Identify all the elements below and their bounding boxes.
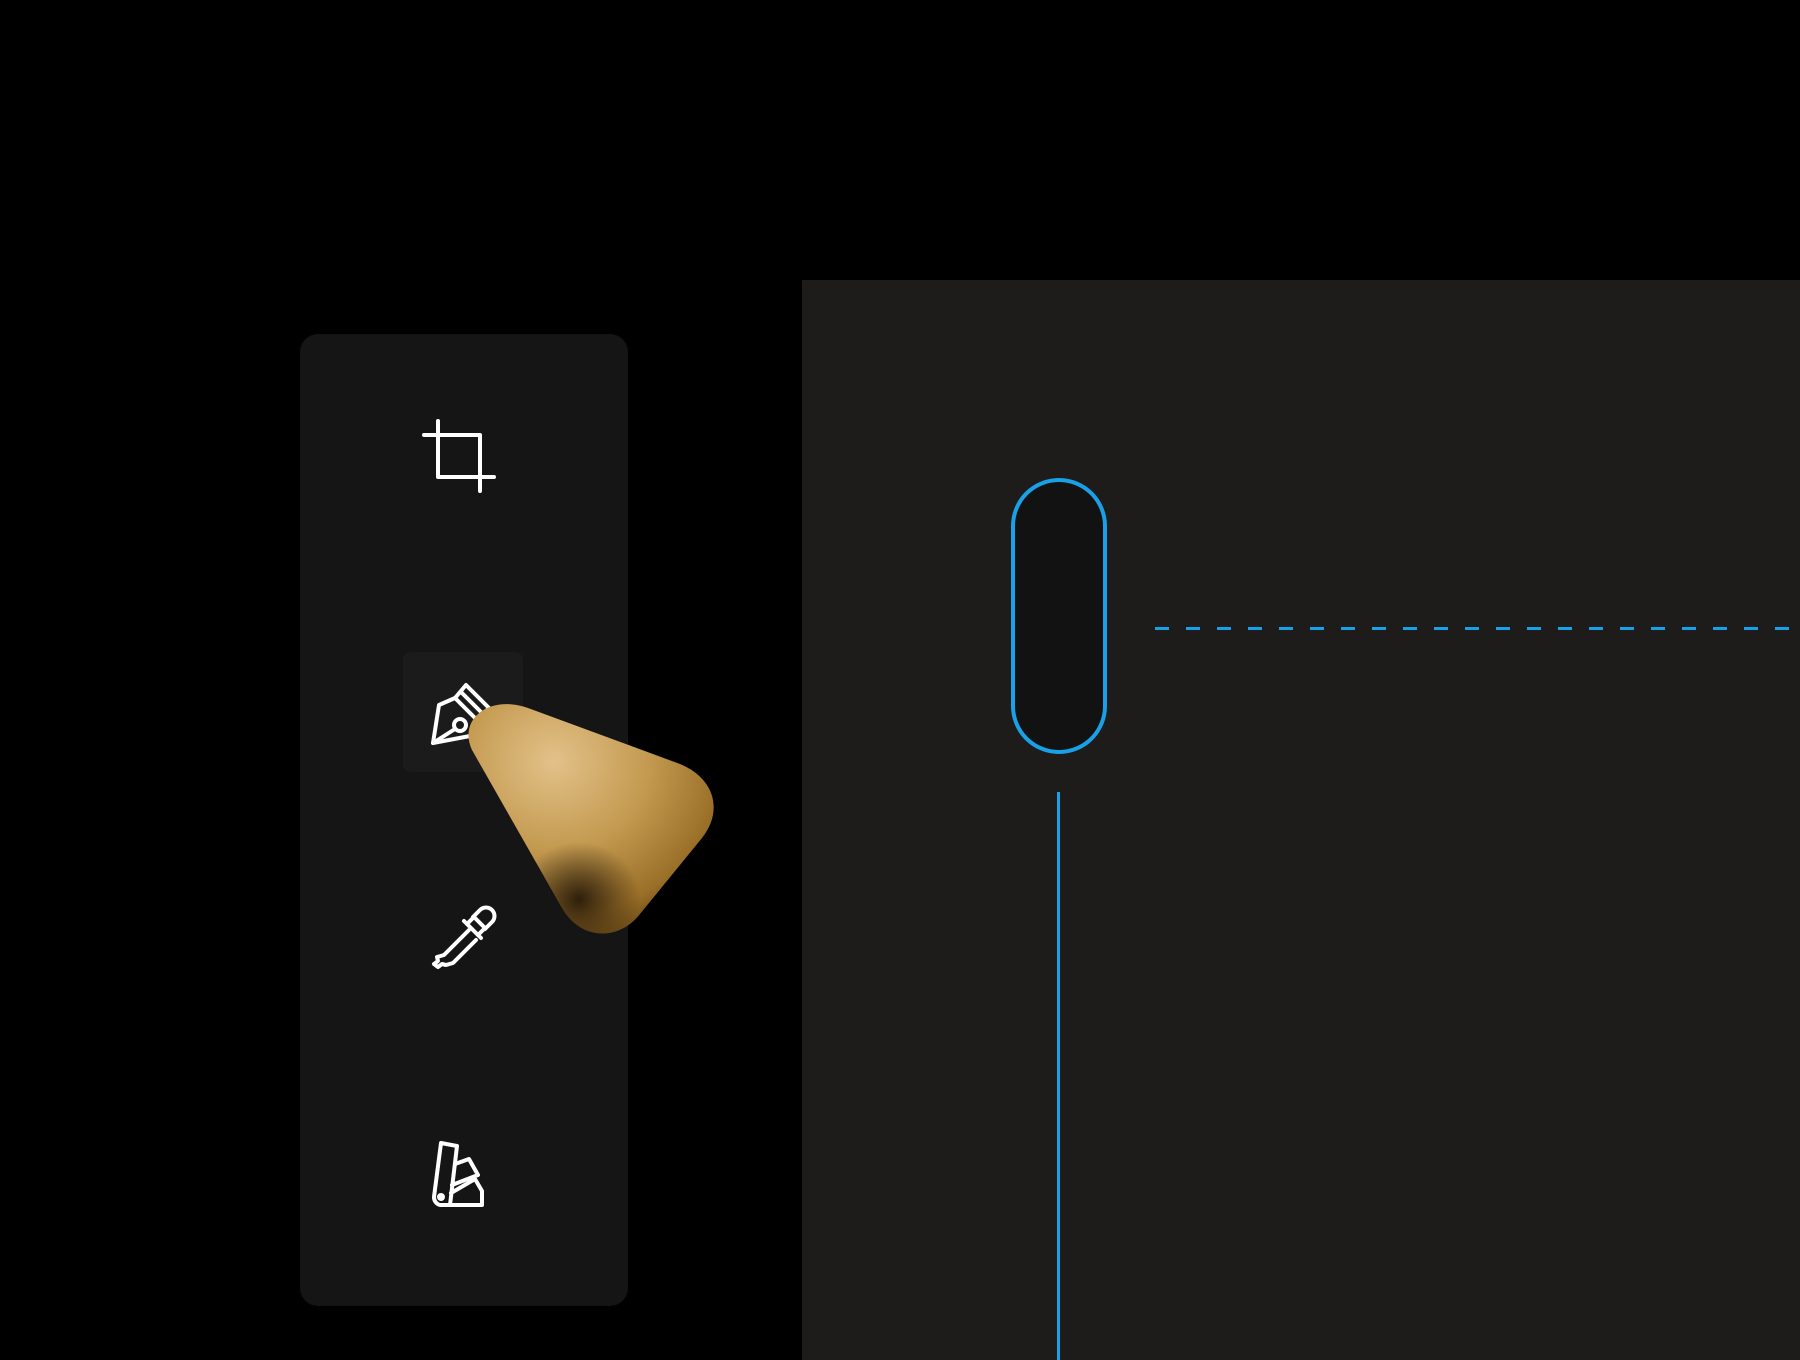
resize-handle[interactable] <box>1011 478 1107 754</box>
crop-tool-button[interactable] <box>403 400 523 520</box>
swatches-tool-button[interactable] <box>403 1118 523 1238</box>
pen-tool-button[interactable] <box>403 652 523 772</box>
color-swatch-icon <box>432 1141 484 1207</box>
vertical-guide-line <box>1057 792 1060 1360</box>
app-stage <box>0 0 1800 1360</box>
tool-sidebar <box>300 334 628 1306</box>
design-canvas[interactable] <box>802 280 1800 1360</box>
eyedropper-tool-button[interactable] <box>403 882 523 1002</box>
eyedropper-icon <box>432 905 497 969</box>
crop-icon <box>422 419 496 493</box>
horizontal-guide-line <box>1155 627 1800 630</box>
pen-tool-icon <box>431 683 491 745</box>
